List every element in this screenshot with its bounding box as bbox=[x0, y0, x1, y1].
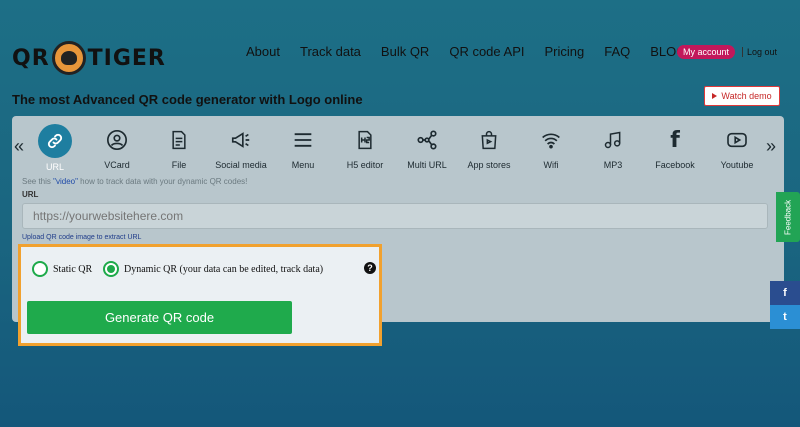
nav-faq[interactable]: FAQ bbox=[604, 44, 630, 59]
my-account-button[interactable]: My account bbox=[677, 45, 736, 59]
nav-about[interactable]: About bbox=[246, 44, 280, 59]
link-icon bbox=[38, 124, 72, 158]
type-mp3[interactable]: MP3 bbox=[582, 124, 644, 172]
type-app-stores[interactable]: App stores bbox=[458, 124, 520, 172]
logo-text-left: QR bbox=[12, 45, 50, 71]
main-nav: About Track data Bulk QR QR code API Pri… bbox=[246, 44, 706, 59]
type-wifi[interactable]: Wifi bbox=[520, 124, 582, 172]
tiger-icon bbox=[51, 41, 86, 75]
type-url[interactable]: URL bbox=[24, 124, 86, 172]
network-icon bbox=[411, 124, 443, 156]
watch-demo-button[interactable]: Watch demo bbox=[704, 86, 780, 106]
type-multi-url-label: Multi URL bbox=[407, 160, 447, 170]
dynamic-qr-radio[interactable] bbox=[103, 261, 119, 277]
type-facebook[interactable]: f Facebook bbox=[644, 124, 706, 172]
type-wifi-label: Wifi bbox=[543, 160, 559, 170]
type-multi-url[interactable]: Multi URL bbox=[396, 124, 458, 172]
help-icon[interactable]: ? bbox=[364, 262, 376, 274]
hint-prefix: See this bbox=[22, 177, 54, 186]
twitter-share-icon[interactable]: t bbox=[770, 305, 800, 329]
megaphone-icon bbox=[225, 124, 257, 156]
type-h5-editor-label: H5 editor bbox=[346, 160, 384, 170]
music-icon bbox=[597, 124, 629, 156]
feedback-tab[interactable]: Feedback bbox=[776, 192, 800, 242]
static-qr-label: Static QR bbox=[53, 264, 93, 275]
nav-pricing[interactable]: Pricing bbox=[544, 44, 584, 59]
type-mp3-label: MP3 bbox=[603, 160, 623, 170]
play-icon bbox=[712, 93, 718, 99]
type-vcard-label: VCard bbox=[104, 160, 130, 170]
wifi-icon bbox=[535, 124, 567, 156]
type-social-media-label: Social media bbox=[215, 160, 267, 170]
h5-icon bbox=[349, 124, 381, 156]
type-youtube-label: Youtube bbox=[720, 160, 754, 170]
nav-bulk-qr[interactable]: Bulk QR bbox=[381, 44, 429, 59]
qr-type-selector: URL VCard File Social media Menu H5 edit… bbox=[24, 124, 768, 172]
static-qr-radio[interactable] bbox=[32, 261, 48, 277]
shopping-bag-icon bbox=[473, 124, 505, 156]
file-icon bbox=[163, 124, 195, 156]
url-label: URL bbox=[22, 190, 39, 199]
youtube-icon bbox=[721, 124, 753, 156]
type-menu[interactable]: Menu bbox=[272, 124, 334, 172]
type-vcard[interactable]: VCard bbox=[86, 124, 148, 172]
upload-qr-image-link[interactable]: Upload QR code image to extract URL bbox=[22, 234, 141, 241]
type-social-media[interactable]: Social media bbox=[210, 124, 272, 172]
facebook-icon: f bbox=[670, 127, 680, 153]
watch-demo-label: Watch demo bbox=[721, 91, 772, 101]
nav-qr-code-api[interactable]: QR code API bbox=[449, 44, 524, 59]
hint-suffix: how to track data with your dynamic QR c… bbox=[77, 177, 248, 186]
type-file[interactable]: File bbox=[148, 124, 210, 172]
nav-track-data[interactable]: Track data bbox=[300, 44, 361, 59]
facebook-share-icon[interactable]: f bbox=[770, 281, 800, 305]
video-hint: See this "video" how to track data with … bbox=[22, 177, 247, 186]
qr-tiger-logo[interactable]: QR TIGER bbox=[12, 38, 166, 78]
type-h5-editor[interactable]: H5 editor bbox=[334, 124, 396, 172]
type-url-label: URL bbox=[45, 162, 64, 172]
type-facebook-label: Facebook bbox=[655, 160, 695, 170]
type-youtube[interactable]: Youtube bbox=[706, 124, 768, 172]
contact-icon bbox=[101, 124, 133, 156]
type-file-label: File bbox=[171, 160, 187, 170]
menu-icon bbox=[287, 124, 319, 156]
generate-qr-code-button[interactable]: Generate QR code bbox=[27, 301, 292, 334]
type-menu-label: Menu bbox=[291, 160, 315, 170]
logo-text-right: TIGER bbox=[87, 45, 166, 71]
url-input[interactable] bbox=[22, 203, 768, 229]
hint-video-link[interactable]: "video" bbox=[53, 177, 78, 186]
page-tagline: The most Advanced QR code generator with… bbox=[12, 92, 363, 107]
type-app-stores-label: App stores bbox=[467, 160, 511, 170]
scroll-left-icon[interactable]: « bbox=[14, 136, 24, 157]
dynamic-qr-label: Dynamic QR (your data can be edited, tra… bbox=[124, 264, 324, 275]
logout-link[interactable]: Log out bbox=[742, 47, 777, 57]
